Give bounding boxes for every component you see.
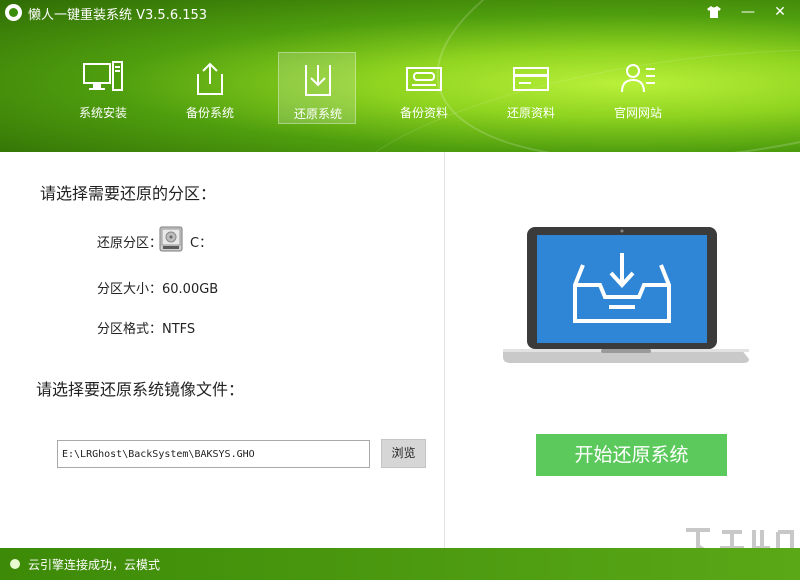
minimize-button[interactable]: — xyxy=(737,2,759,22)
hard-drive-icon[interactable] xyxy=(158,226,184,252)
restore-partition-value[interactable]: C： xyxy=(190,232,212,251)
restore-partition-label: 还原分区： xyxy=(97,236,163,251)
partition-format: 分区格式：NTFS xyxy=(97,322,196,337)
main-nav: 系统安装 备份系统 还原系统 备份资料 还原资料 官网网站 xyxy=(0,52,800,124)
select-partition-title: 请选择需要还原的分区： xyxy=(40,184,217,203)
app-logo-icon xyxy=(5,4,22,21)
app-title: 懒人一键重装系统 V3.5.6.153 xyxy=(28,8,208,23)
shirt-icon xyxy=(707,6,721,18)
header-banner: 懒人一键重装系统 V3.5.6.153 — ✕ 系统安装 备份系统 还原系统 备… xyxy=(0,0,800,152)
nav-label: 官网网站 xyxy=(613,106,662,120)
upload-icon xyxy=(197,62,223,95)
skin-button[interactable] xyxy=(703,2,725,22)
nav-item-system-install[interactable]: 系统安装 xyxy=(64,52,142,124)
browse-button[interactable]: 浏览 xyxy=(381,439,426,468)
nav-item-restore-system[interactable]: 还原系统 xyxy=(278,52,356,124)
status-indicator-icon xyxy=(10,559,20,569)
nav-item-official-site[interactable]: 官网网站 xyxy=(599,52,677,124)
nav-item-backup-data[interactable]: 备份资料 xyxy=(385,52,463,124)
panel-divider xyxy=(444,152,445,548)
start-restore-button[interactable]: 开始还原系统 xyxy=(536,434,727,476)
card-icon xyxy=(513,67,549,91)
nav-label: 还原系统 xyxy=(293,107,342,121)
nav-item-restore-data[interactable]: 还原资料 xyxy=(492,52,570,124)
drive-box-icon xyxy=(406,67,442,91)
nav-label: 备份资料 xyxy=(399,106,448,120)
nav-item-backup-system[interactable]: 备份系统 xyxy=(171,52,249,124)
partition-size: 分区大小：60.00GB xyxy=(97,282,219,297)
nav-label: 系统安装 xyxy=(78,106,127,120)
download-icon xyxy=(305,65,331,96)
nav-label: 备份系统 xyxy=(185,106,234,120)
title-bar: 懒人一键重装系统 V3.5.6.153 — ✕ xyxy=(0,0,800,26)
status-text: 云引擎连接成功，云模式 xyxy=(28,558,161,572)
close-button[interactable]: ✕ xyxy=(769,2,791,22)
laptop-restore-illustration xyxy=(503,227,749,363)
nav-label: 还原资料 xyxy=(506,106,555,120)
status-bar: 云引擎连接成功，云模式 xyxy=(0,548,800,580)
person-list-icon xyxy=(621,64,655,93)
image-path-input[interactable] xyxy=(57,440,370,468)
select-image-title: 请选择要还原系统镜像文件： xyxy=(36,380,245,399)
monitor-pc-icon xyxy=(83,61,123,91)
